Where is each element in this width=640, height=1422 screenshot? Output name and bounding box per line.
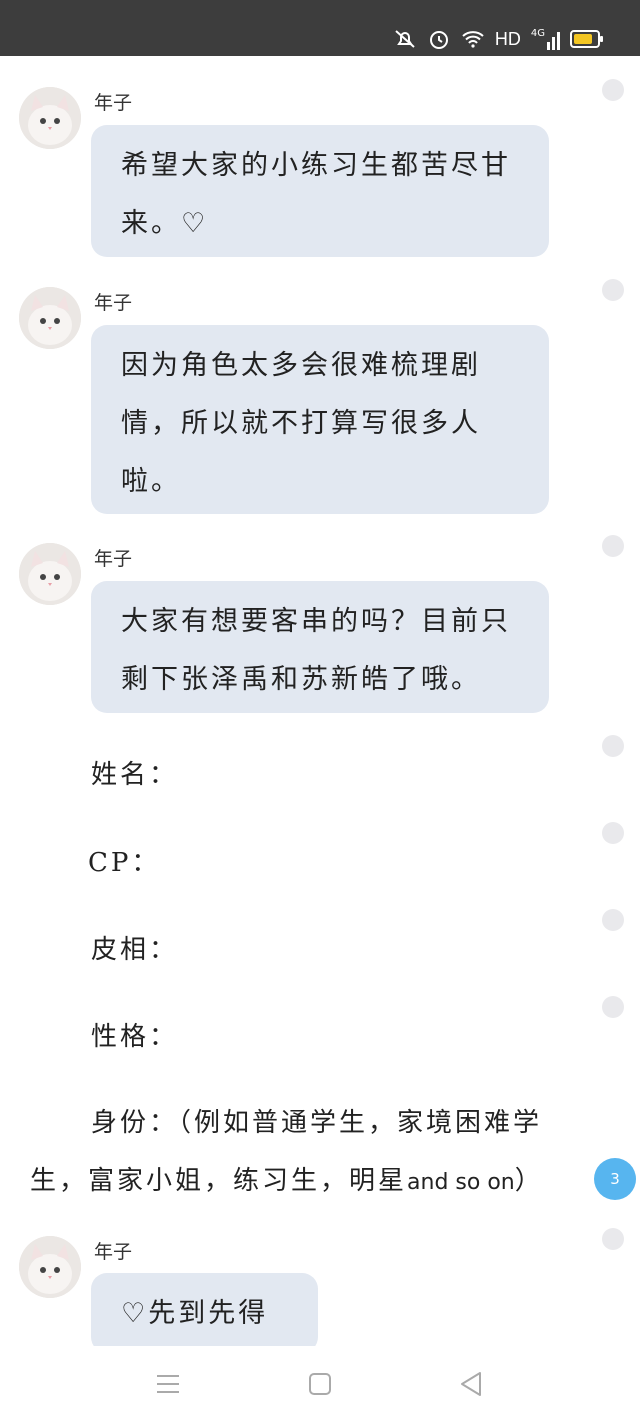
identity-text-end: ） (514, 1166, 544, 1196)
signal-icon: 4G (531, 28, 560, 50)
message-line: 剩下张泽禹和苏新皓了哦。 (121, 664, 481, 695)
wifi-icon (462, 31, 484, 48)
message-line: 啦。 (121, 466, 181, 497)
form-identity-line-2: 生，富家小姐，练习生，明星and so on） (30, 1160, 544, 1197)
message-line: 情，所以就不打算写很多人 (121, 408, 481, 439)
avatar[interactable] (19, 543, 81, 605)
cat-avatar-image (19, 1236, 81, 1298)
form-name-label: 姓名： (91, 760, 179, 790)
select-dot[interactable] (602, 996, 624, 1018)
avatar[interactable] (19, 1236, 81, 1298)
identity-latin-text: and so on (407, 1170, 515, 1195)
avatar[interactable] (19, 87, 81, 149)
select-dot[interactable] (602, 909, 624, 931)
signal-label: 4G (530, 28, 545, 39)
message-bubble[interactable]: 大家有想要客串的吗？目前只 剩下张泽禹和苏新皓了哦。 (91, 581, 549, 713)
message-line: 希望大家的小练习生都苦尽甘 (121, 150, 511, 181)
message-bubble[interactable]: 希望大家的小练习生都苦尽甘 来。♡ (91, 125, 549, 257)
select-dot[interactable] (602, 822, 624, 844)
cat-avatar-image (19, 87, 81, 149)
form-looks-label: 皮相： (91, 935, 179, 965)
status-icons: HD 4G (393, 24, 603, 54)
message-line: 大家有想要客串的吗？目前只 (121, 606, 511, 637)
cat-avatar-image (19, 287, 81, 349)
alarm-icon (429, 31, 448, 49)
form-personality-label: 性格： (91, 1022, 179, 1052)
select-dot[interactable] (602, 735, 624, 757)
select-dot[interactable] (602, 279, 624, 301)
select-dot[interactable] (602, 1228, 624, 1250)
menu-icon[interactable] (153, 1370, 183, 1398)
unread-count: 3 (610, 1170, 620, 1188)
message-bubble[interactable]: 因为角色太多会很难梳理剧 情，所以就不打算写很多人 啦。 (91, 325, 549, 514)
sender-name: 年子 (94, 292, 133, 314)
network-label: HD (494, 28, 521, 49)
avatar[interactable] (19, 287, 81, 349)
form-cp-label: CP： (88, 848, 161, 878)
unread-count-button[interactable]: 3 (594, 1158, 636, 1200)
cat-avatar-image (19, 543, 81, 605)
select-dot[interactable] (602, 535, 624, 557)
status-bar: HD 4G (0, 0, 640, 56)
home-square-icon[interactable] (305, 1370, 335, 1398)
select-dot[interactable] (602, 79, 624, 101)
bell-off-icon (395, 30, 415, 48)
system-nav-bar (0, 1346, 640, 1422)
message-line: 来。♡ (121, 208, 209, 239)
sender-name: 年子 (94, 92, 133, 114)
message-line: 因为角色太多会很难梳理剧 (121, 350, 481, 381)
message-bubble[interactable]: ♡先到先得哦 (91, 1273, 318, 1387)
sender-name: 年子 (94, 548, 133, 570)
battery-icon (570, 30, 603, 48)
identity-text: 生，富家小姐，练习生，明星 (30, 1166, 408, 1196)
form-identity-line-1: 身份：（例如普通学生，家境困难学 (91, 1108, 543, 1138)
back-triangle-icon[interactable] (456, 1370, 486, 1398)
sender-name: 年子 (94, 1241, 133, 1263)
